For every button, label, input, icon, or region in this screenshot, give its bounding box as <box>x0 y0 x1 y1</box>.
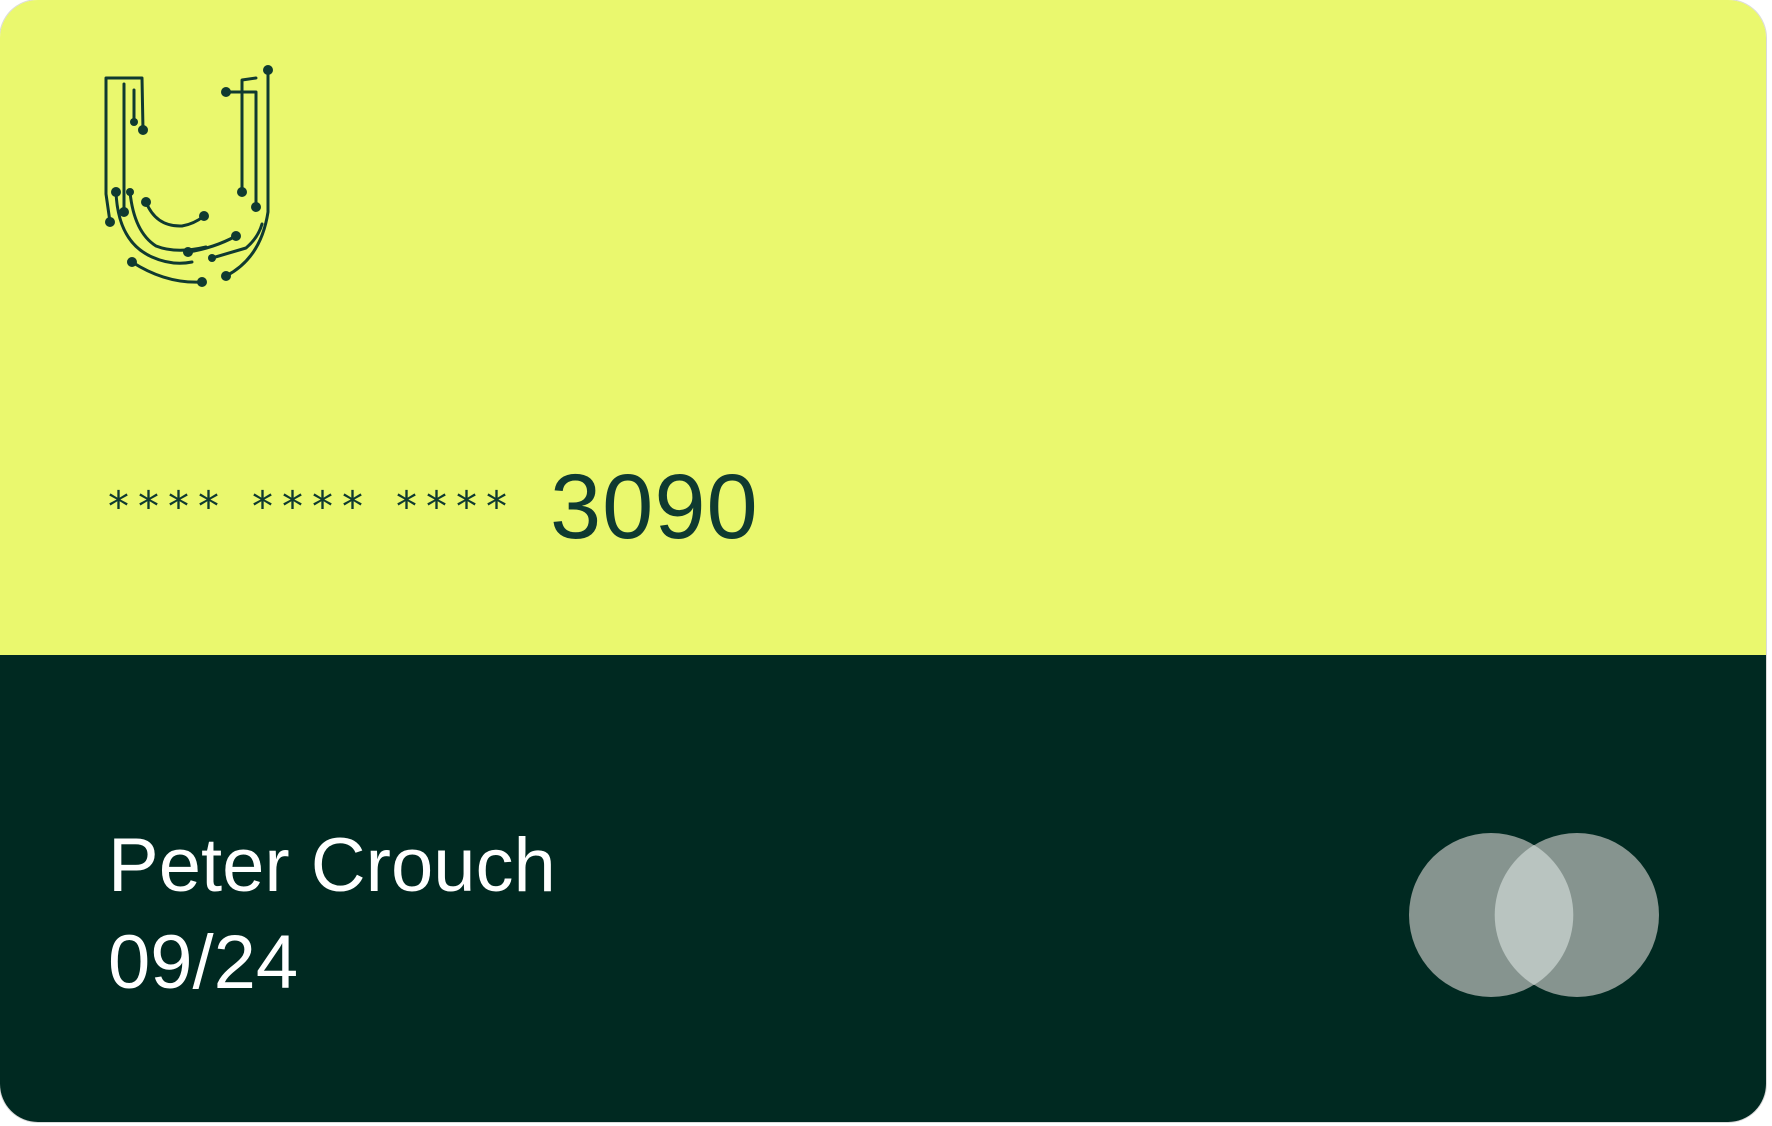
card-top-section: **** **** **** 3090 <box>0 0 1766 655</box>
masked-group-2: **** <box>252 482 372 531</box>
masked-group-3: **** <box>396 482 516 531</box>
overlapping-circles-network-icon <box>1409 833 1659 997</box>
circuit-u-logo-icon <box>104 65 273 287</box>
card-expiry: 09/24 <box>108 920 299 1005</box>
card-number: **** **** **** 3090 <box>108 456 759 558</box>
card-last4: 3090 <box>550 456 759 558</box>
masked-group-1: **** <box>108 482 228 531</box>
cardholder-name: Peter Crouch <box>108 823 556 908</box>
payment-card[interactable]: **** **** **** 3090 Peter Crouch 09/24 <box>0 0 1766 1122</box>
